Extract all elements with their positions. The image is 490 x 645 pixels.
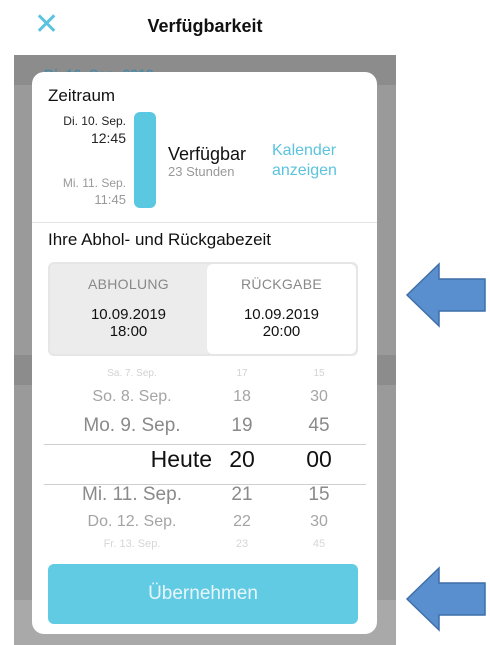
to-date: Mi. 11. Sep. bbox=[62, 176, 126, 190]
picker-hour: 17 bbox=[236, 368, 248, 379]
divider bbox=[32, 222, 377, 223]
pickup-time: 18:00 bbox=[109, 323, 148, 340]
to-time: 11:45 bbox=[94, 192, 126, 207]
availability-modal: Zeitraum Di. 10. Sep. 12:45 Mi. 11. Sep.… bbox=[32, 72, 377, 634]
from-time: 12:45 bbox=[90, 130, 126, 146]
picker-minute: 45 bbox=[312, 538, 326, 550]
page-title: Verfügbarkeit bbox=[147, 16, 263, 36]
from-date: Di. 10. Sep. bbox=[63, 114, 126, 128]
pickup-return-segment: ABHOLUNG 10.09.2019 18:00 RÜCKGABE 10.09… bbox=[48, 262, 358, 356]
zeitraum-title: Zeitraum bbox=[48, 86, 116, 105]
return-tab[interactable]: RÜCKGABE 10.09.2019 20:00 bbox=[207, 264, 356, 354]
picker-hour: 23 bbox=[235, 538, 249, 550]
picker-hour: 20 bbox=[229, 446, 255, 472]
picker-minute: 00 bbox=[306, 446, 332, 472]
picker-minute: 15 bbox=[308, 484, 330, 505]
picker-hour: 19 bbox=[231, 415, 253, 436]
pickup-return-title: Ihre Abhol- und Rückgabezeit bbox=[48, 230, 272, 249]
picker-minute: 30 bbox=[310, 513, 328, 530]
picker-minute: 30 bbox=[310, 388, 328, 405]
confirm-button[interactable]: Übernehmen bbox=[48, 564, 358, 624]
screen: ✕ Verfügbarkeit Di. 10. Sep. 2019 Stadtw… bbox=[0, 0, 490, 645]
picker-minute: 15 bbox=[313, 368, 325, 379]
datetime-picker[interactable]: Sa. 7. Sep. 17 15 So. 8. Sep. 18 30 Mo. 9. Sep… bbox=[32, 368, 377, 558]
picker-day: Heute bbox=[150, 446, 212, 472]
picker-hour: 21 bbox=[231, 484, 253, 505]
time-range-bar bbox=[134, 112, 156, 208]
pickup-date: 10.09.2019 bbox=[90, 306, 167, 323]
availability-label: Verfügbar bbox=[168, 144, 247, 164]
picker-day: Mo. 9. Sep. bbox=[83, 415, 181, 436]
return-time: 20:00 bbox=[262, 323, 301, 340]
annotation-arrow-icon bbox=[405, 566, 486, 632]
header-bar: ✕ Verfügbarkeit bbox=[0, 0, 490, 55]
picker-hour: 18 bbox=[233, 388, 251, 405]
picker-day: Do. 12. Sep. bbox=[87, 513, 177, 530]
picker-day: Fr. 13. Sep. bbox=[103, 538, 161, 550]
picker-selection-top bbox=[44, 444, 366, 445]
picker-day: So. 8. Sep. bbox=[92, 388, 172, 405]
picker-day: Mi. 11. Sep. bbox=[82, 484, 182, 505]
return-date: 10.09.2019 bbox=[243, 306, 320, 323]
pickup-label: ABHOLUNG bbox=[88, 276, 169, 292]
picker-day: Sa. 7. Sep. bbox=[107, 368, 157, 379]
availability-duration: 23 Stunden bbox=[168, 164, 235, 179]
pickup-tab[interactable]: ABHOLUNG 10.09.2019 18:00 bbox=[50, 264, 207, 354]
picker-minute: 45 bbox=[308, 415, 330, 436]
return-label: RÜCKGABE bbox=[241, 276, 322, 292]
picker-hour: 22 bbox=[233, 513, 251, 530]
calendar-link[interactable]: Kalender anzeigen bbox=[272, 141, 352, 181]
annotation-arrow-icon bbox=[405, 262, 486, 328]
